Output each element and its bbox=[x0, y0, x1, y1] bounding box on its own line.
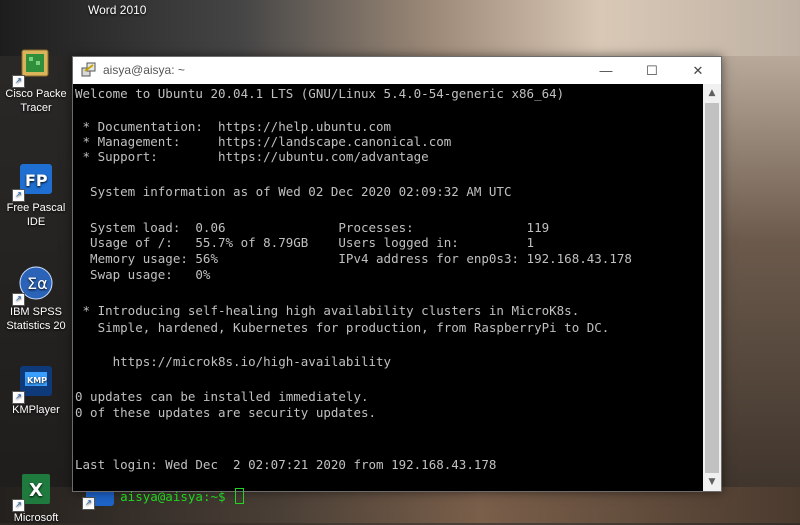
desktop-icon-label: Free Pascal bbox=[6, 202, 66, 214]
desktop-icon-label: IBM SPSS bbox=[10, 306, 62, 318]
cisco-packet-tracer-icon: ↗ bbox=[12, 46, 56, 88]
shortcut-arrow-icon: ↗ bbox=[12, 189, 25, 202]
minimize-button[interactable]: — bbox=[583, 57, 629, 84]
shortcut-arrow-icon: ↗ bbox=[12, 499, 25, 512]
window-title: aisya@aisya: ~ bbox=[103, 63, 185, 77]
kmplayer-icon: KMP ↗ bbox=[12, 362, 56, 404]
terminal-scrollbar[interactable]: ▲ ▼ bbox=[703, 84, 721, 491]
desktop-label-word-2010[interactable]: Word 2010 bbox=[88, 3, 146, 17]
scrollbar-thumb[interactable] bbox=[705, 103, 719, 473]
svg-text:KMP: KMP bbox=[27, 376, 47, 385]
desktop-icon-label: Cisco Packe bbox=[5, 88, 67, 100]
terminal-line: System load: 0.06 Processes: 119 bbox=[75, 220, 550, 235]
free-pascal-icon: FP ↗ bbox=[12, 160, 56, 202]
terminal-line: Memory usage: 56% IPv4 address for enp0s… bbox=[75, 251, 632, 266]
svg-text:X: X bbox=[29, 480, 43, 501]
terminal-output[interactable]: Welcome to Ubuntu 20.04.1 LTS (GNU/Linux… bbox=[73, 84, 703, 504]
terminal-line: * Documentation: https://help.ubuntu.com bbox=[75, 119, 392, 134]
terminal-line: System information as of Wed 02 Dec 2020… bbox=[75, 184, 512, 199]
terminal-line: * Management: https://landscape.canonica… bbox=[75, 134, 452, 149]
terminal-line: Welcome to Ubuntu 20.04.1 LTS (GNU/Linux… bbox=[75, 86, 565, 101]
svg-text:FP: FP bbox=[25, 171, 48, 190]
desktop-icon-label: IDE bbox=[26, 216, 46, 228]
terminal-line: * Introducing self-healing high availabi… bbox=[75, 303, 580, 318]
terminal-cursor bbox=[235, 488, 245, 504]
close-button[interactable]: ✕ bbox=[675, 57, 721, 84]
shortcut-arrow-icon: ↗ bbox=[12, 293, 25, 306]
terminal-prompt: aisya@aisya:~$ bbox=[120, 489, 234, 504]
desktop-icon-cisco-packet-tracer[interactable]: ↗ Cisco Packe Tracer bbox=[0, 46, 72, 115]
maximize-button[interactable]: ☐ bbox=[629, 57, 675, 84]
terminal-line: https://microk8s.io/high-availability bbox=[75, 354, 392, 369]
desktop-icon-free-pascal[interactable]: FP ↗ Free Pascal IDE bbox=[0, 160, 72, 229]
terminal-line: * Support: https://ubuntu.com/advantage bbox=[75, 149, 429, 164]
shortcut-arrow-icon: ↗ bbox=[12, 75, 25, 88]
desktop-icon-label: KMPlayer bbox=[12, 404, 60, 416]
desktop-icon-kmplayer[interactable]: KMP ↗ KMPlayer bbox=[0, 362, 72, 417]
terminal-line: 0 updates can be installed immediately. bbox=[75, 389, 369, 404]
ibm-spss-icon: Σα ↗ bbox=[12, 264, 56, 306]
desktop-icon-label: Tracer bbox=[20, 102, 52, 114]
terminal-line: 0 of these updates are security updates. bbox=[75, 405, 377, 420]
desktop-icon-excel[interactable]: X ↗ Microsoft bbox=[0, 470, 72, 525]
terminal-line: Swap usage: 0% bbox=[75, 267, 211, 282]
excel-icon: X ↗ bbox=[12, 470, 56, 512]
window-titlebar[interactable]: aisya@aisya: ~ — ☐ ✕ bbox=[73, 57, 721, 84]
putty-terminal-window[interactable]: aisya@aisya: ~ — ☐ ✕ Welcome to Ubuntu 2… bbox=[72, 56, 722, 504]
terminal-line: Last login: Wed Dec 2 02:07:21 2020 from… bbox=[75, 457, 497, 472]
terminal-prompt-line[interactable]: aisya@aisya:~$ bbox=[75, 473, 245, 519]
desktop-icon-ibm-spss[interactable]: Σα ↗ IBM SPSS Statistics 20 bbox=[0, 264, 72, 333]
terminal-line: Simple, hardened, Kubernetes for product… bbox=[75, 320, 610, 335]
svg-text:Σα: Σα bbox=[27, 274, 48, 293]
shortcut-arrow-icon: ↗ bbox=[12, 391, 25, 404]
desktop-icon-label: Statistics 20 bbox=[6, 320, 66, 332]
terminal-line: Usage of /: 55.7% of 8.79GB Users logged… bbox=[75, 235, 535, 250]
scroll-down-arrow-icon[interactable]: ▼ bbox=[703, 473, 721, 491]
putty-icon bbox=[81, 62, 96, 77]
scroll-up-arrow-icon[interactable]: ▲ bbox=[703, 84, 721, 102]
